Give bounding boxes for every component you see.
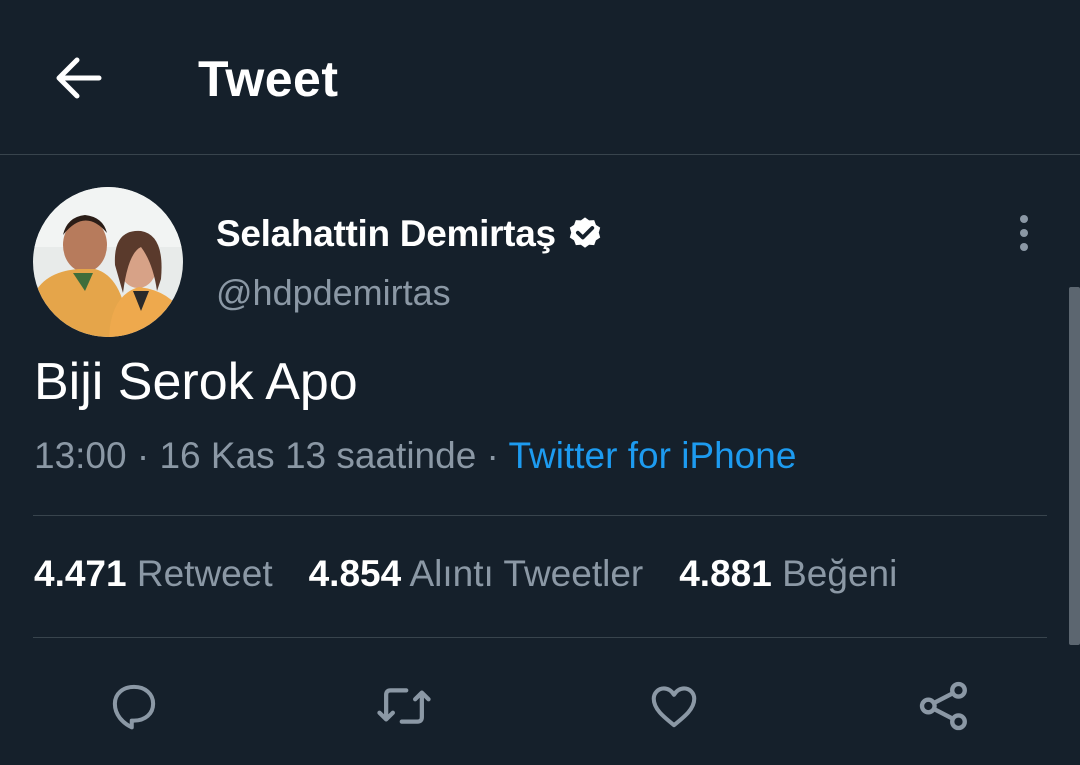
tweet-stats: 4.471 Retweet 4.854 Alıntı Tweetler 4.88… bbox=[34, 553, 933, 595]
share-button[interactable] bbox=[913, 675, 975, 737]
retweet-button[interactable] bbox=[373, 675, 435, 737]
avatar[interactable] bbox=[33, 187, 183, 337]
back-button[interactable] bbox=[50, 52, 106, 104]
like-count-stat[interactable]: 4.881 Beğeni bbox=[679, 553, 897, 595]
stat-value: 4.881 bbox=[679, 553, 772, 594]
verified-badge-icon bbox=[566, 215, 604, 253]
reply-icon bbox=[112, 684, 156, 730]
more-vertical-icon bbox=[1020, 215, 1028, 251]
tweet-text: Biji Serok Apo bbox=[34, 353, 358, 411]
tweet-meta: 13:00 · 16 Kas 13 saatinde · Twitter for… bbox=[34, 435, 796, 477]
like-button[interactable] bbox=[643, 675, 705, 737]
stat-value: 4.854 bbox=[308, 553, 402, 594]
meta-separator: · bbox=[476, 435, 509, 476]
divider bbox=[33, 515, 1047, 516]
meta-separator: · bbox=[126, 435, 160, 476]
like-icon bbox=[651, 686, 697, 728]
divider bbox=[33, 637, 1047, 638]
retweet-icon bbox=[377, 688, 431, 724]
top-bar: Tweet bbox=[0, 0, 1080, 155]
page-title: Tweet bbox=[198, 51, 339, 107]
scrollbar[interactable] bbox=[1069, 287, 1080, 645]
tweet-time[interactable]: 13:00 bbox=[34, 435, 127, 476]
author-name-row: Selahattin Demirtaş bbox=[216, 208, 604, 260]
stat-label: Beğeni bbox=[782, 553, 898, 594]
arrow-left-icon bbox=[56, 57, 102, 99]
stat-label: Retweet bbox=[136, 553, 273, 594]
tweet-detail-page: Tweet Selahattin Demirtaş @hdpdemirtas B… bbox=[0, 0, 1080, 765]
retweet-count-stat[interactable]: 4.471 Retweet bbox=[34, 553, 273, 595]
author-handle[interactable]: @hdpdemirtas bbox=[216, 272, 451, 314]
more-options-button[interactable] bbox=[1004, 210, 1044, 256]
stat-label: Alıntı Tweetler bbox=[409, 553, 644, 594]
avatar-photo bbox=[33, 187, 183, 337]
quote-count-stat[interactable]: 4.854 Alıntı Tweetler bbox=[309, 553, 644, 595]
share-icon bbox=[919, 681, 967, 731]
stat-value: 4.471 bbox=[34, 553, 127, 594]
tweet-source-link[interactable]: Twitter for iPhone bbox=[509, 435, 797, 476]
reply-button[interactable] bbox=[103, 675, 165, 737]
tweet-date[interactable]: 16 Kas 13 saatinde bbox=[159, 435, 476, 476]
author-display-name[interactable]: Selahattin Demirtaş bbox=[216, 213, 556, 255]
